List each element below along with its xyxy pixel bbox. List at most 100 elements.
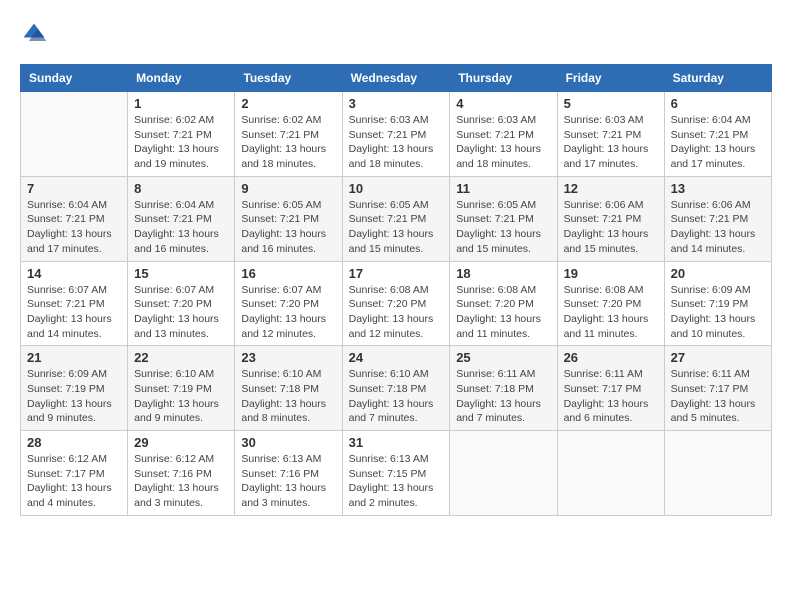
calendar-cell: 4 Sunrise: 6:03 AMSunset: 7:21 PMDaylight… [450,92,557,177]
day-detail: Sunrise: 6:03 AMSunset: 7:21 PMDaylight:… [349,113,444,172]
day-number: 8 [134,181,228,196]
day-number: 22 [134,350,228,365]
calendar-cell: 24Sunrise: 6:10 AMSunset: 7:18 PMDayligh… [342,346,450,431]
calendar-cell: 10 Sunrise: 6:05 AMSunset: 7:21 PMDayligh… [342,176,450,261]
day-detail: Sunrise: 6:12 AMSunset: 7:17 PMDaylight:… [27,452,121,511]
week-row-4: 21Sunrise: 6:09 AMSunset: 7:19 PMDayligh… [21,346,772,431]
day-detail: Sunrise: 6:04 AMSunset: 7:21 PMDaylight:… [134,198,228,257]
day-number: 13 [671,181,765,196]
day-number: 4 [456,96,550,111]
calendar-cell: 12Sunrise: 6:06 AMSunset: 7:21 PMDayligh… [557,176,664,261]
calendar-cell: 23 Sunrise: 6:10 AMSunset: 7:18 PMDayligh… [235,346,342,431]
day-detail: Sunrise: 6:13 AMSunset: 7:16 PMDaylight:… [241,452,335,511]
week-row-3: 14 Sunrise: 6:07 AMSunset: 7:21 PMDayligh… [21,261,772,346]
day-detail: Sunrise: 6:07 AMSunset: 7:20 PMDaylight:… [134,283,228,342]
day-detail: Sunrise: 6:03 AMSunset: 7:21 PMDaylight:… [564,113,658,172]
logo-icon [20,20,48,48]
day-detail: Sunrise: 6:11 AMSunset: 7:17 PMDaylight:… [564,367,658,426]
day-number: 27 [671,350,765,365]
day-detail: Sunrise: 6:09 AMSunset: 7:19 PMDaylight:… [671,283,765,342]
day-detail: Sunrise: 6:09 AMSunset: 7:19 PMDaylight:… [27,367,121,426]
calendar-cell: 18Sunrise: 6:08 AMSunset: 7:20 PMDayligh… [450,261,557,346]
calendar-cell: 15Sunrise: 6:07 AMSunset: 7:20 PMDayligh… [128,261,235,346]
calendar-cell: 6 Sunrise: 6:04 AMSunset: 7:21 PMDaylight… [664,92,771,177]
week-row-5: 28 Sunrise: 6:12 AMSunset: 7:17 PMDayligh… [21,431,772,516]
calendar-cell: 29 Sunrise: 6:12 AMSunset: 7:16 PMDayligh… [128,431,235,516]
col-header-thursday: Thursday [450,65,557,92]
day-number: 25 [456,350,550,365]
calendar-cell [21,92,128,177]
calendar-cell: 2 Sunrise: 6:02 AMSunset: 7:21 PMDaylight… [235,92,342,177]
day-number: 19 [564,266,658,281]
calendar-cell: 11 Sunrise: 6:05 AMSunset: 7:21 PMDayligh… [450,176,557,261]
calendar-cell: 27 Sunrise: 6:11 AMSunset: 7:17 PMDayligh… [664,346,771,431]
week-row-2: 7 Sunrise: 6:04 AMSunset: 7:21 PMDaylight… [21,176,772,261]
day-detail: Sunrise: 6:05 AMSunset: 7:21 PMDaylight:… [241,198,335,257]
calendar-cell: 19 Sunrise: 6:08 AMSunset: 7:20 PMDayligh… [557,261,664,346]
calendar-cell: 17Sunrise: 6:08 AMSunset: 7:20 PMDayligh… [342,261,450,346]
calendar-cell: 5 Sunrise: 6:03 AMSunset: 7:21 PMDaylight… [557,92,664,177]
calendar-cell: 28 Sunrise: 6:12 AMSunset: 7:17 PMDayligh… [21,431,128,516]
calendar-cell: 13Sunrise: 6:06 AMSunset: 7:21 PMDayligh… [664,176,771,261]
day-number: 5 [564,96,658,111]
calendar-cell [450,431,557,516]
day-detail: Sunrise: 6:02 AMSunset: 7:21 PMDaylight:… [241,113,335,172]
calendar-cell: 3 Sunrise: 6:03 AMSunset: 7:21 PMDaylight… [342,92,450,177]
calendar-cell: 8 Sunrise: 6:04 AMSunset: 7:21 PMDaylight… [128,176,235,261]
day-number: 12 [564,181,658,196]
day-number: 2 [241,96,335,111]
calendar-header-row: SundayMondayTuesdayWednesdayThursdayFrid… [21,65,772,92]
day-detail: Sunrise: 6:03 AMSunset: 7:21 PMDaylight:… [456,113,550,172]
day-number: 31 [349,435,444,450]
calendar-cell: 20 Sunrise: 6:09 AMSunset: 7:19 PMDayligh… [664,261,771,346]
day-number: 1 [134,96,228,111]
calendar-cell: 21Sunrise: 6:09 AMSunset: 7:19 PMDayligh… [21,346,128,431]
day-detail: Sunrise: 6:05 AMSunset: 7:21 PMDaylight:… [349,198,444,257]
col-header-sunday: Sunday [21,65,128,92]
day-detail: Sunrise: 6:07 AMSunset: 7:21 PMDaylight:… [27,283,121,342]
day-number: 23 [241,350,335,365]
col-header-friday: Friday [557,65,664,92]
calendar-cell: 9 Sunrise: 6:05 AMSunset: 7:21 PMDaylight… [235,176,342,261]
day-number: 30 [241,435,335,450]
day-number: 18 [456,266,550,281]
day-number: 14 [27,266,121,281]
day-number: 26 [564,350,658,365]
calendar-cell: 14 Sunrise: 6:07 AMSunset: 7:21 PMDayligh… [21,261,128,346]
week-row-1: 1 Sunrise: 6:02 AMSunset: 7:21 PMDaylight… [21,92,772,177]
day-detail: Sunrise: 6:07 AMSunset: 7:20 PMDaylight:… [241,283,335,342]
day-detail: Sunrise: 6:05 AMSunset: 7:21 PMDaylight:… [456,198,550,257]
day-detail: Sunrise: 6:10 AMSunset: 7:18 PMDaylight:… [241,367,335,426]
day-number: 17 [349,266,444,281]
page-header [20,20,772,48]
calendar-cell: 31 Sunrise: 6:13 AMSunset: 7:15 PMDayligh… [342,431,450,516]
day-detail: Sunrise: 6:10 AMSunset: 7:19 PMDaylight:… [134,367,228,426]
day-number: 28 [27,435,121,450]
col-header-tuesday: Tuesday [235,65,342,92]
day-detail: Sunrise: 6:04 AMSunset: 7:21 PMDaylight:… [671,113,765,172]
calendar-cell: 16Sunrise: 6:07 AMSunset: 7:20 PMDayligh… [235,261,342,346]
day-detail: Sunrise: 6:13 AMSunset: 7:15 PMDaylight:… [349,452,444,511]
calendar-cell: 7 Sunrise: 6:04 AMSunset: 7:21 PMDaylight… [21,176,128,261]
day-detail: Sunrise: 6:11 AMSunset: 7:17 PMDaylight:… [671,367,765,426]
day-detail: Sunrise: 6:10 AMSunset: 7:18 PMDaylight:… [349,367,444,426]
calendar-cell [557,431,664,516]
day-number: 11 [456,181,550,196]
day-number: 6 [671,96,765,111]
logo [20,20,52,48]
day-detail: Sunrise: 6:08 AMSunset: 7:20 PMDaylight:… [564,283,658,342]
day-number: 3 [349,96,444,111]
col-header-wednesday: Wednesday [342,65,450,92]
calendar-cell: 1 Sunrise: 6:02 AMSunset: 7:21 PMDaylight… [128,92,235,177]
col-header-saturday: Saturday [664,65,771,92]
calendar-cell: 30 Sunrise: 6:13 AMSunset: 7:16 PMDayligh… [235,431,342,516]
day-number: 20 [671,266,765,281]
day-number: 29 [134,435,228,450]
col-header-monday: Monday [128,65,235,92]
day-detail: Sunrise: 6:12 AMSunset: 7:16 PMDaylight:… [134,452,228,511]
day-number: 9 [241,181,335,196]
day-detail: Sunrise: 6:02 AMSunset: 7:21 PMDaylight:… [134,113,228,172]
day-number: 10 [349,181,444,196]
day-detail: Sunrise: 6:04 AMSunset: 7:21 PMDaylight:… [27,198,121,257]
day-number: 7 [27,181,121,196]
